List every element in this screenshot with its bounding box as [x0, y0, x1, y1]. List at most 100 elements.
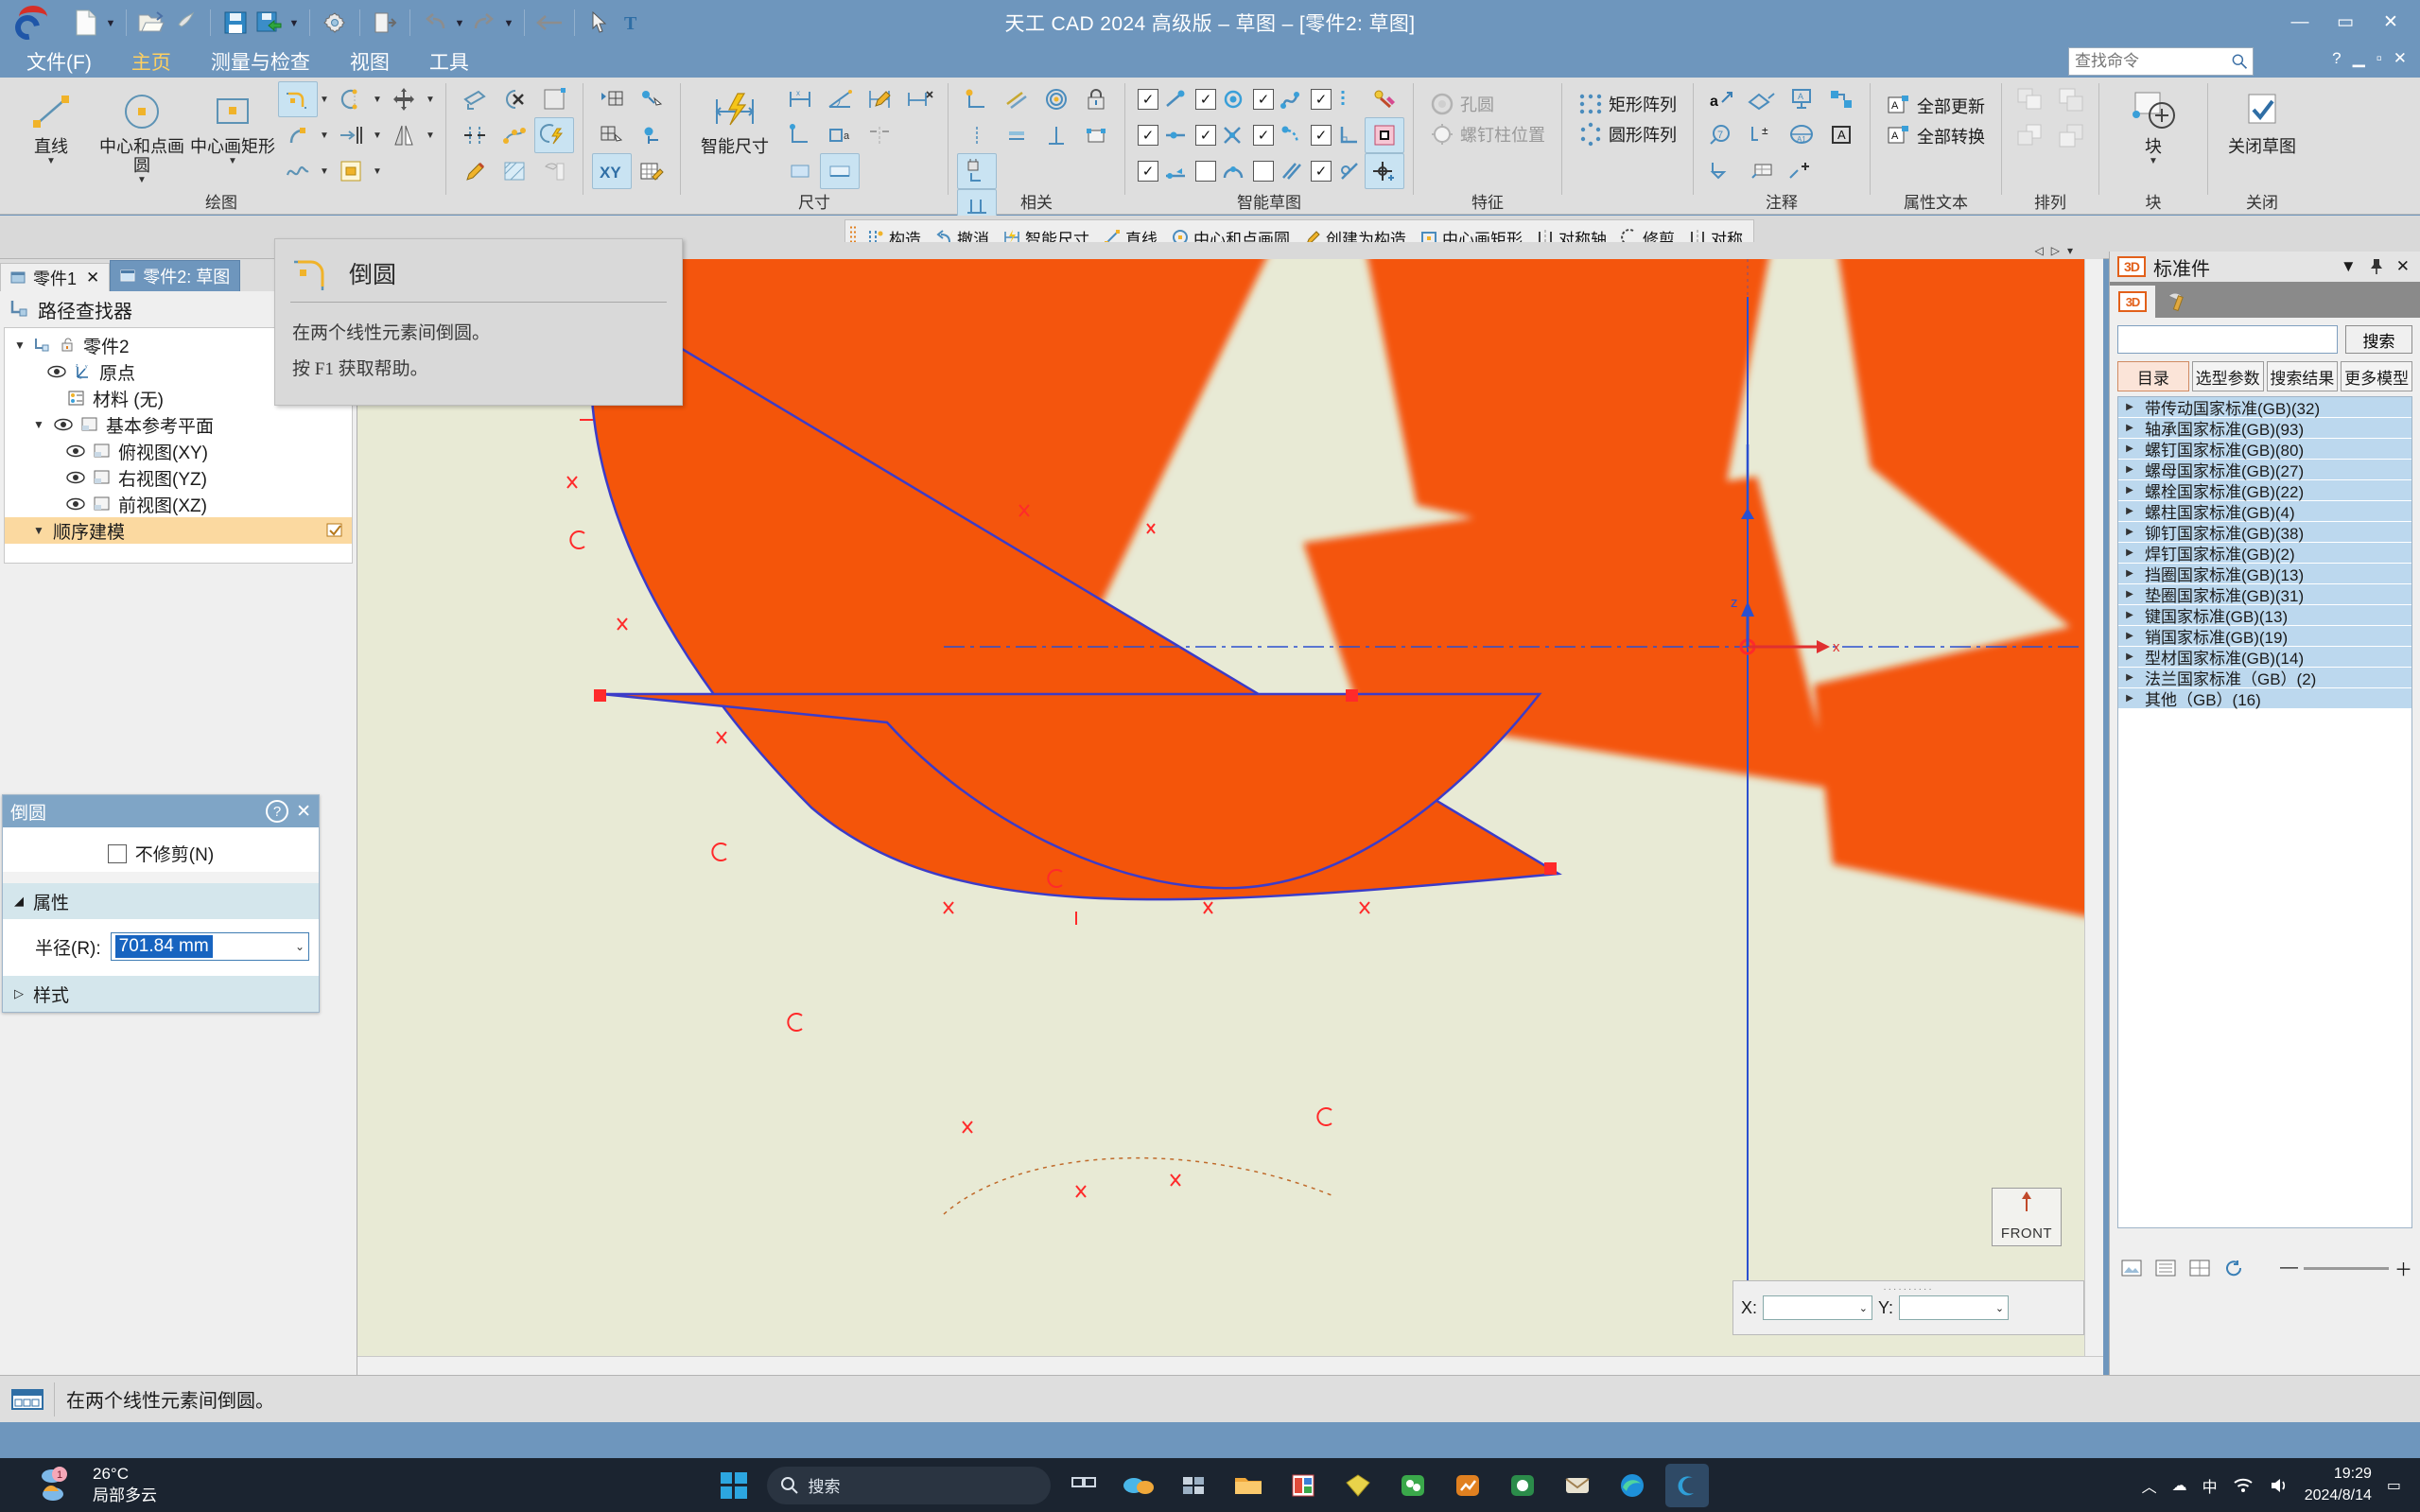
symmetric-dim-icon[interactable] — [860, 117, 899, 153]
undo-icon[interactable] — [419, 7, 451, 39]
chevron-down-icon[interactable]: ⌄ — [1995, 1302, 2008, 1314]
radius-value[interactable]: 701.84 mm — [114, 935, 213, 958]
nav-down-icon[interactable]: ▾ — [2067, 244, 2073, 257]
checkbox[interactable]: ✓ — [1195, 125, 1216, 146]
wechat-icon[interactable] — [1391, 1464, 1435, 1507]
offset-icon[interactable] — [331, 117, 371, 153]
subtab-catalog[interactable]: 目录 — [2117, 361, 2189, 391]
standard-parts-search-input[interactable] — [2117, 325, 2338, 354]
maximize-button[interactable]: ▭ — [2324, 4, 2367, 42]
standard-parts-search-button[interactable]: 搜索 — [2345, 325, 2412, 354]
expand-arrow-icon[interactable]: ▼ — [12, 339, 27, 352]
stretch-icon[interactable] — [455, 117, 495, 153]
menu-item-file[interactable]: 文件(F) — [13, 45, 105, 78]
spline-icon[interactable] — [278, 153, 318, 189]
tool-rectangle-center[interactable]: 中心画矩形 ▼ — [187, 81, 278, 166]
no-trim-checkbox[interactable] — [107, 843, 127, 863]
tool-rect-pattern[interactable]: 矩形阵列 — [1571, 89, 1684, 119]
new-file-icon[interactable] — [70, 7, 102, 39]
category-row[interactable]: ▶ 销国家标准(GB)(19) — [2118, 626, 2411, 647]
category-row[interactable]: ▶ 键国家标准(GB)(13) — [2118, 605, 2411, 626]
category-row[interactable]: ▶ 螺钉国家标准(GB)(80) — [2118, 439, 2411, 460]
subtab-more-models[interactable]: 更多模型 — [2341, 361, 2412, 391]
category-row[interactable]: ▶ 焊钉国家标准(GB)(2) — [2118, 543, 2411, 564]
smart-sketch-item-endpoint[interactable]: ✓ — [1134, 153, 1192, 189]
expand-arrow-icon[interactable]: ▶ — [2124, 506, 2135, 516]
tab-tools[interactable] — [2155, 286, 2201, 318]
doc-tab-part1[interactable]: 零件1 ✕ — [0, 263, 111, 291]
category-row[interactable]: ▶ 型材国家标准(GB)(14) — [2118, 647, 2411, 668]
category-row[interactable]: ▶ 其他（GB）(16) — [2118, 688, 2411, 709]
checkbox[interactable] — [1253, 161, 1274, 182]
expand-arrow-icon[interactable]: ▶ — [2124, 402, 2135, 412]
checkbox[interactable]: ✓ — [1138, 125, 1158, 146]
zoom-out-icon[interactable]: — — [2280, 1258, 2298, 1278]
arc-dropdown-icon[interactable]: ▼ — [371, 95, 384, 105]
minimize-button[interactable]: — — [2278, 4, 2322, 42]
vertical-relation-icon[interactable] — [957, 117, 997, 153]
image-icon[interactable] — [2117, 1256, 2146, 1280]
move-dropdown-icon[interactable]: ▼ — [424, 95, 437, 105]
tool-rectangle-dropdown[interactable]: ▼ — [228, 156, 237, 166]
expand-arrow-icon[interactable]: ▶ — [2124, 652, 2135, 662]
widgets-icon[interactable] — [1172, 1464, 1215, 1507]
checkbox[interactable]: ✓ — [1138, 161, 1158, 182]
smart-sketch-item-point[interactable]: ✓ — [1134, 81, 1192, 117]
expand-arrow-icon[interactable]: ▶ — [2124, 610, 2135, 620]
nav-right-icon[interactable]: ▷ — [2051, 244, 2060, 257]
task-view-icon[interactable] — [1062, 1464, 1106, 1507]
visibility-eye-icon[interactable] — [65, 471, 86, 484]
tree-item-ordered-modeling[interactable]: ▼ 顺序建模 — [5, 517, 352, 544]
region-dropdown-icon[interactable]: ▼ — [371, 166, 384, 177]
undo-dropdown-icon[interactable]: ▼ — [453, 9, 466, 37]
tool-screw-boss[interactable]: 螺钉柱位置 — [1422, 119, 1553, 149]
angle-dim-icon[interactable] — [820, 81, 860, 117]
fill-icon[interactable] — [534, 81, 574, 117]
smart-sketch-item-midpoint[interactable]: ✓ — [1134, 117, 1192, 153]
smart-sketch-item-angle[interactable]: ✓ — [1307, 153, 1365, 189]
chevron-down-icon[interactable]: ⌄ — [295, 940, 305, 953]
ribbon-close-icon[interactable]: ✕ — [2394, 49, 2407, 68]
notification-icon[interactable]: ▭ — [2387, 1476, 2401, 1495]
zoom-slider[interactable]: — ＋ — [2280, 1256, 2412, 1281]
expand-arrow-icon[interactable]: ▶ — [2124, 443, 2135, 454]
xy-icon[interactable]: XY — [592, 153, 632, 189]
fillet-dropdown-icon[interactable]: ▼ — [318, 95, 331, 105]
radius-combobox[interactable]: 701.84 mm ⌄ — [110, 932, 309, 961]
category-row[interactable]: ▶ 垫圈国家标准(GB)(31) — [2118, 584, 2411, 605]
bring-forward-icon[interactable] — [2011, 81, 2050, 117]
clock[interactable]: 19:29 2024/8/14 — [2305, 1464, 2372, 1506]
save-icon[interactable] — [219, 7, 252, 39]
region-icon[interactable] — [331, 153, 371, 189]
checkbox[interactable] — [1195, 161, 1216, 182]
callout-icon[interactable]: A — [1782, 81, 1821, 117]
tree-item-front-view[interactable]: 前视图(XZ) — [5, 491, 352, 517]
ribbon-restore-icon[interactable]: ▫ — [2376, 49, 2382, 68]
save-as-icon[interactable] — [253, 7, 286, 39]
subtab-parameters[interactable]: 选型参数 — [2191, 361, 2264, 391]
balloon-icon[interactable] — [1742, 81, 1782, 117]
category-row[interactable]: ▶ 带传动国家标准(GB)(32) — [2118, 397, 2411, 418]
find-command-input[interactable] — [2075, 52, 2232, 71]
taskbar-search[interactable]: 搜索 — [766, 1466, 1051, 1504]
grid-select-icon[interactable] — [592, 117, 632, 153]
hammer-tool-icon[interactable] — [534, 153, 574, 189]
smart-sketch-pen-icon[interactable] — [1365, 81, 1404, 117]
subtab-search-results[interactable]: 搜索结果 — [2266, 361, 2339, 391]
grid-start-icon[interactable] — [592, 81, 632, 117]
view-orientation-cube[interactable]: FRONT — [1992, 1188, 2062, 1246]
arc-icon[interactable] — [331, 81, 371, 117]
nav-left-icon[interactable]: ◁ — [2035, 244, 2044, 257]
distance-dim-icon[interactable]: x — [780, 81, 820, 117]
help-icon[interactable]: ? — [266, 800, 289, 823]
datum-frame-icon[interactable] — [1702, 153, 1742, 189]
remove-dim-icon[interactable] — [899, 81, 939, 117]
canvas-horizontal-scrollbar[interactable] — [357, 1356, 2103, 1375]
point-axis-icon[interactable] — [632, 117, 671, 153]
attach-point-icon[interactable] — [632, 81, 671, 117]
smart-sketch-item-intersection[interactable]: ✓ — [1192, 117, 1249, 153]
visibility-eye-icon[interactable] — [65, 444, 86, 458]
curve-dropdown-icon[interactable]: ▼ — [318, 130, 331, 141]
zoom-in-icon[interactable]: ＋ — [2394, 1256, 2412, 1281]
select-tool-icon[interactable] — [455, 81, 495, 117]
